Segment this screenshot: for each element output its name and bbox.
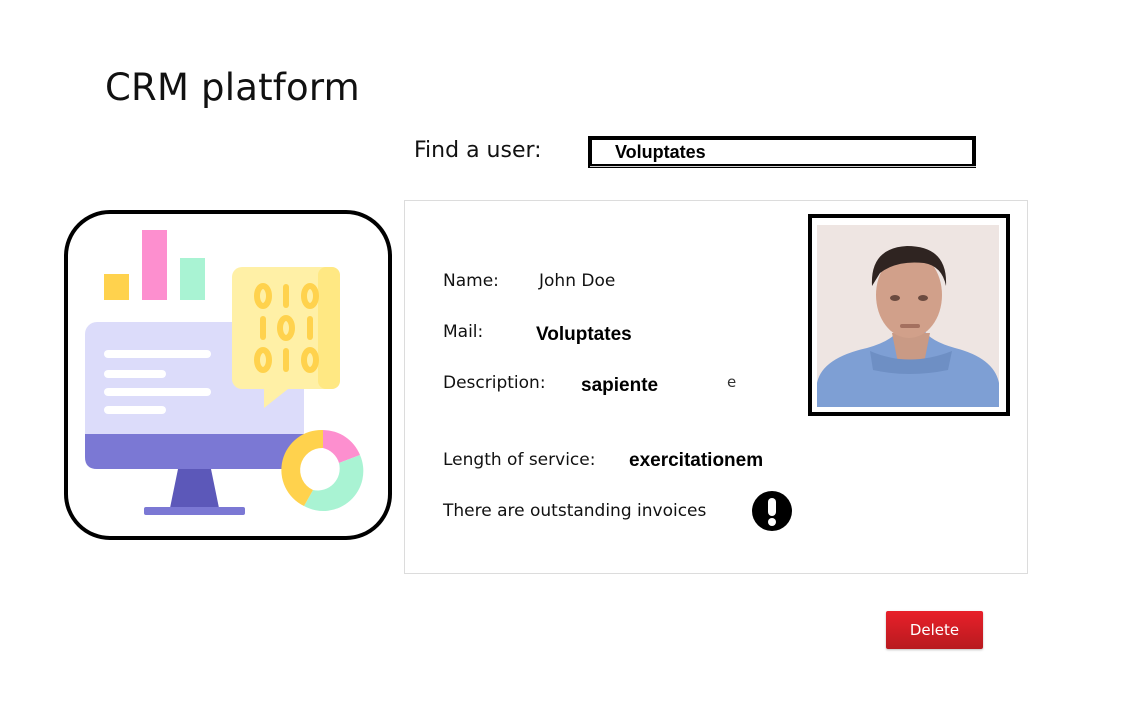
dashboard-illustration-icon — [85, 230, 364, 515]
name-value: John Doe — [539, 271, 616, 291]
delete-button[interactable]: Delete — [886, 611, 983, 649]
exclamation-icon — [752, 491, 792, 531]
description-value: sapiente — [581, 375, 659, 396]
mail-label: Mail: — [443, 322, 484, 342]
service-value: exercitationem — [629, 450, 764, 471]
service-label: Length of service: — [443, 450, 596, 470]
user-photo — [808, 214, 1010, 416]
page-title: CRM platform — [105, 66, 360, 109]
crm-illustration — [64, 210, 392, 540]
user-search-box[interactable] — [588, 136, 976, 168]
user-photo-icon — [817, 225, 999, 407]
description-trailing-text: e — [727, 373, 737, 391]
search-underline — [590, 166, 976, 167]
mail-value: Voluptates — [536, 324, 632, 345]
invoice-notice: There are outstanding invoices — [443, 501, 707, 521]
description-label: Description: — [443, 373, 546, 393]
user-search-input[interactable] — [592, 140, 975, 164]
find-user-label: Find a user: — [414, 138, 542, 163]
name-label: Name: — [443, 271, 499, 291]
